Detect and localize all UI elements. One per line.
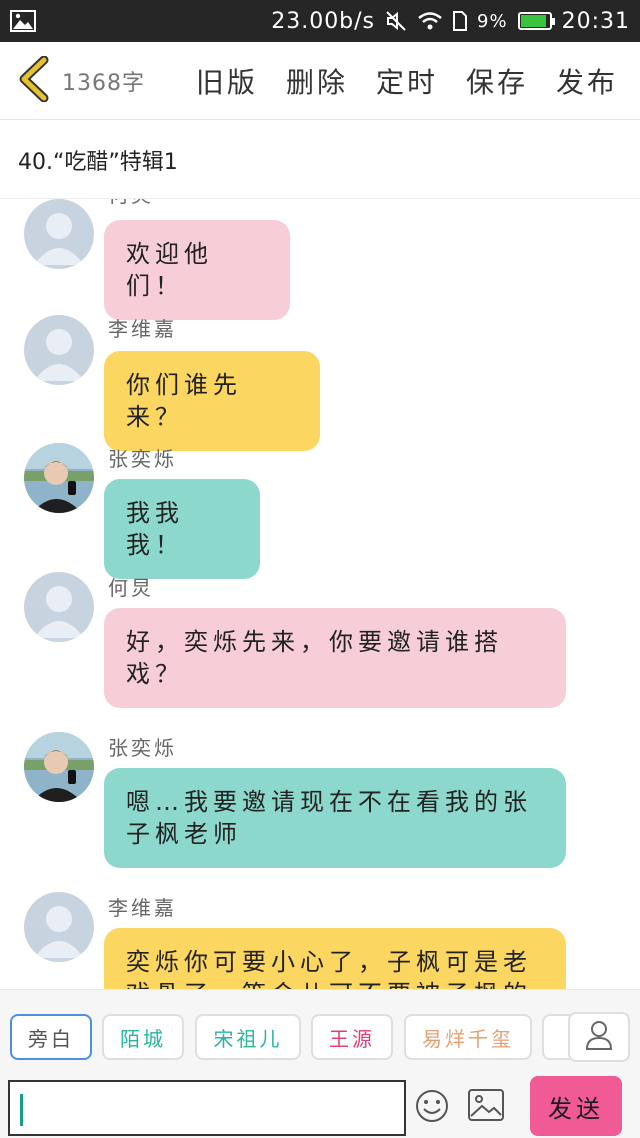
- chat-message: 张奕烁 我我我！: [0, 443, 640, 579]
- speaker-name: 何炅: [108, 576, 154, 600]
- chapter-title[interactable]: 40.“吃醋”特辑1: [0, 121, 640, 199]
- user-icon: [585, 1020, 613, 1054]
- image-icon: [10, 10, 36, 32]
- chat-message: 李维嘉 奕烁你可要小心了，子枫可是老戏骨了，等会儿可不要被子枫的: [0, 892, 640, 989]
- battery-percent: 9%: [477, 10, 508, 32]
- message-input[interactable]: [8, 1080, 406, 1136]
- status-bar: 23.00b/s 9% 20:31: [0, 0, 640, 42]
- avatar[interactable]: [24, 315, 94, 385]
- message-bubble[interactable]: 奕烁你可要小心了，子枫可是老戏骨了，等会儿可不要被子枫的: [104, 928, 566, 989]
- speaker-name: 何炅: [108, 199, 154, 208]
- old-version-button[interactable]: 旧版: [196, 61, 258, 101]
- word-count: 1368字: [62, 70, 145, 96]
- chevron-left-icon: [18, 55, 50, 106]
- back-button[interactable]: [8, 42, 60, 120]
- avatar[interactable]: [24, 443, 94, 513]
- chat-message: 李维嘉 你们谁先来？: [0, 313, 640, 451]
- clock: 20:31: [561, 8, 630, 34]
- role-chip[interactable]: 陌城: [102, 1014, 184, 1060]
- schedule-button[interactable]: 定时: [376, 61, 438, 101]
- message-bubble[interactable]: 你们谁先来？: [104, 351, 320, 451]
- smiley-icon: [414, 1090, 450, 1128]
- publish-button[interactable]: 发布: [556, 61, 618, 101]
- network-speed: 23.00b/s: [271, 8, 376, 34]
- emoji-button[interactable]: [414, 1088, 450, 1124]
- chat-message: 何炅 欢迎他们！: [0, 199, 640, 320]
- chat-list[interactable]: 何炅 欢迎他们！ 李维嘉 你们谁先来？ 张奕烁 我我我！ 何炅 好，奕烁先来，你…: [0, 199, 640, 989]
- text-caret: [20, 1094, 23, 1126]
- send-button[interactable]: 发送: [530, 1076, 622, 1136]
- role-chip[interactable]: 宋祖儿: [195, 1014, 301, 1060]
- mute-icon: [385, 10, 407, 32]
- message-bubble[interactable]: 欢迎他们！: [104, 220, 290, 320]
- picture-icon: [467, 1089, 505, 1126]
- avatar[interactable]: [24, 892, 94, 962]
- delete-button[interactable]: 删除: [286, 61, 348, 101]
- speaker-name: 张奕烁: [108, 736, 177, 760]
- avatar[interactable]: [24, 199, 94, 269]
- message-bubble[interactable]: 我我我！: [104, 479, 260, 579]
- speaker-name: 张奕烁: [108, 447, 177, 471]
- role-selector: 旁白 陌城 宋祖儿 王源 易烊千玺 张: [0, 989, 640, 1083]
- avatar[interactable]: [24, 732, 94, 802]
- chat-message: 何炅 好，奕烁先来，你要邀请谁搭戏？: [0, 572, 640, 712]
- role-manage-button[interactable]: [568, 1012, 630, 1062]
- wifi-icon: [417, 11, 443, 31]
- image-button[interactable]: [467, 1088, 505, 1124]
- message-bubble[interactable]: 好，奕烁先来，你要邀请谁搭戏？: [104, 608, 566, 708]
- speaker-name: 李维嘉: [108, 896, 177, 920]
- sim-icon: [453, 11, 468, 31]
- role-chip[interactable]: 易烊千玺: [404, 1014, 532, 1060]
- chapter-title-text: 40.“吃醋”特辑1: [18, 149, 178, 175]
- chat-message: 张奕烁 嗯…我要邀请现在不在看我的张子枫老师: [0, 732, 640, 872]
- battery-icon: [517, 12, 555, 30]
- editor-toolbar: 1368字 旧版 删除 定时 保存 发布: [0, 42, 640, 120]
- save-button[interactable]: 保存: [466, 61, 528, 101]
- role-chip-narration[interactable]: 旁白: [10, 1014, 92, 1060]
- speaker-name: 李维嘉: [108, 317, 177, 341]
- input-bar: 发送: [0, 1074, 640, 1138]
- role-chip[interactable]: 王源: [311, 1014, 393, 1060]
- message-bubble[interactable]: 嗯…我要邀请现在不在看我的张子枫老师: [104, 768, 566, 868]
- avatar[interactable]: [24, 572, 94, 642]
